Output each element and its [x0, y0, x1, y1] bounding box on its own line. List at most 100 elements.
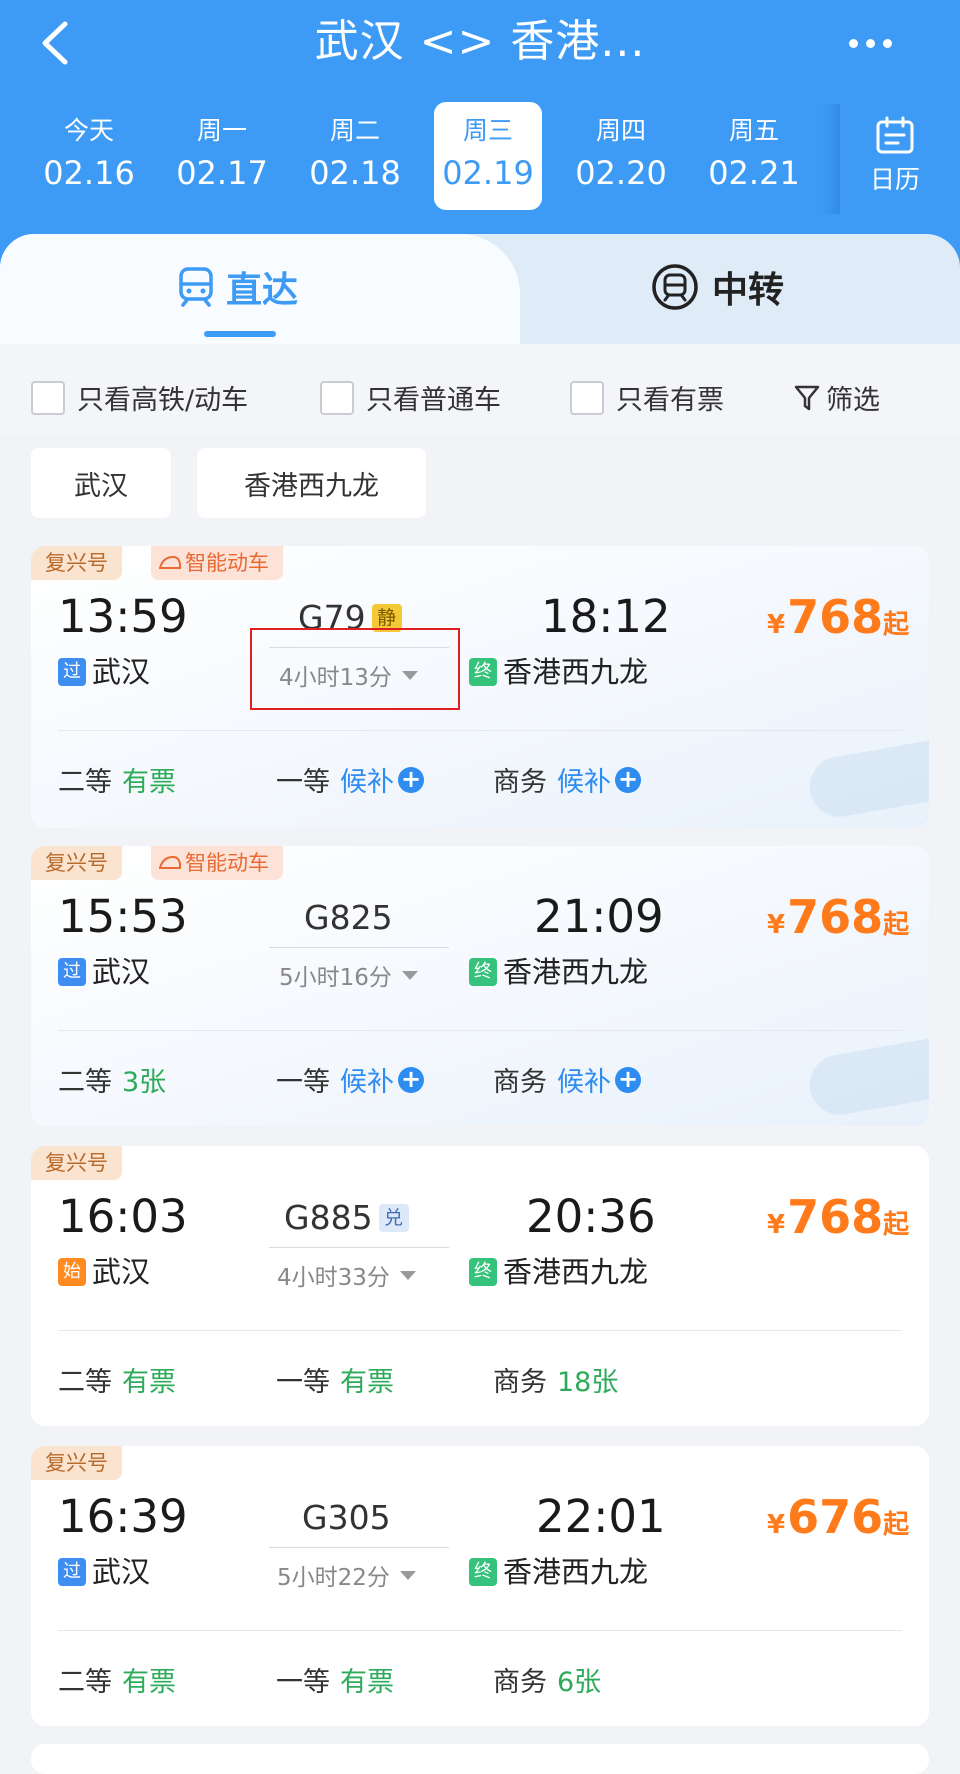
route-line [269, 947, 449, 948]
filter-high-speed[interactable]: 只看高铁/动车 [31, 378, 248, 417]
bullet-train-icon [159, 855, 181, 869]
depart-station-name: 武汉 [92, 955, 151, 989]
duration-toggle[interactable]: 4小时33分 [277, 1258, 416, 1292]
calendar-button[interactable]: 日历 [840, 110, 950, 210]
card-divider [58, 730, 902, 731]
tab-underline [204, 331, 276, 337]
filter-button-label: 筛选 [826, 385, 880, 416]
plus-circle-icon[interactable]: + [615, 766, 641, 793]
train-card-g305[interactable]: 复兴号 16:39 过 武汉 G305 5小时22分 22:01 终 香港西九龙… [31, 1446, 929, 1726]
filter-normal-train[interactable]: 只看普通车 [320, 378, 501, 417]
filter-label: 只看普通车 [366, 385, 501, 416]
date-tab-0216[interactable]: 今天 02.16 [35, 102, 143, 210]
date-weekday: 周二 [329, 116, 380, 145]
date-value: 02.17 [176, 154, 268, 192]
checkbox[interactable] [31, 380, 65, 415]
seat-class-label: 二等 [58, 1367, 112, 1398]
train-number: G885 兑 [284, 1196, 409, 1240]
train-card-next[interactable] [31, 1744, 929, 1774]
page-title: 武汉 <> 香港... [314, 16, 646, 67]
seat-business-class[interactable]: 商务 候补 + [493, 1060, 641, 1099]
badge-fuxing: 复兴号 [31, 546, 122, 580]
caret-down-icon [399, 1270, 416, 1280]
filter-available[interactable]: 只看有票 [570, 378, 724, 417]
price-suffix: 起 [883, 910, 910, 940]
more-button[interactable] [840, 18, 900, 68]
date-value: 02.18 [309, 154, 401, 192]
tab-direct-label: 直达 [226, 270, 299, 311]
seat-second-class: 二等 有票 [58, 1360, 176, 1399]
date-value: 02.20 [575, 154, 667, 192]
filter-button[interactable]: 筛选 [794, 378, 880, 417]
exchange-tag: 兑 [378, 1204, 409, 1232]
card-divider [58, 1030, 902, 1031]
terminal-tag: 终 [469, 1258, 497, 1286]
date-weekday: 周四 [595, 116, 646, 145]
calendar-label: 日历 [869, 165, 920, 194]
plus-circle-icon[interactable]: + [398, 766, 424, 793]
train-icon [179, 267, 213, 307]
arrive-time: 22:01 [536, 1490, 666, 1543]
seat-first-class[interactable]: 一等 候补 + [276, 1060, 424, 1099]
date-value: 02.19 [442, 154, 534, 192]
price: ¥ 768 起 [767, 1190, 909, 1252]
bullet-train-icon [159, 555, 181, 569]
date-tab-0217[interactable]: 周一 02.17 [168, 102, 276, 210]
date-tab-0219[interactable]: 周三 02.19 [434, 102, 542, 210]
seat-business-class: 商务 18张 [493, 1360, 618, 1399]
seat-first-class: 一等 有票 [276, 1360, 394, 1399]
depart-time: 16:03 [58, 1190, 188, 1243]
checkbox[interactable] [570, 380, 604, 415]
seat-class-label: 二等 [58, 1067, 112, 1098]
date-tab-0218[interactable]: 周二 02.18 [301, 102, 409, 210]
tab-direct[interactable]: 直达 [178, 262, 298, 312]
seat-business-class[interactable]: 商务 候补 + [493, 760, 641, 799]
more-dots-icon [848, 38, 858, 48]
duration-toggle[interactable]: 5小时16分 [279, 958, 418, 992]
date-weekday: 周一 [196, 116, 247, 145]
duration-highlight-box [250, 628, 460, 710]
seat-class-label: 一等 [276, 1367, 330, 1398]
terminal-tag: 终 [469, 1558, 497, 1586]
price-value: 768 [787, 1190, 884, 1244]
chip-to-station[interactable]: 香港西九龙 [197, 448, 426, 518]
plus-circle-icon[interactable]: + [615, 1066, 641, 1093]
plus-circle-icon[interactable]: + [398, 1066, 424, 1093]
chip-from-station[interactable]: 武汉 [31, 448, 171, 518]
terminal-tag: 终 [469, 658, 497, 686]
seat-status: 有票 [340, 1367, 394, 1398]
transfer-train-icon [652, 264, 698, 310]
date-value: 02.16 [43, 154, 135, 192]
train-card-g79[interactable]: 复兴号 智能动车 13:59 过 武汉 G79 静 4小时13分 18:12 终… [31, 546, 929, 828]
duration-toggle[interactable]: 5小时22分 [277, 1558, 416, 1592]
badge-fuxing: 复兴号 [31, 846, 122, 880]
funnel-icon [794, 385, 820, 410]
price-value: 768 [787, 890, 884, 944]
pass-tag: 过 [58, 958, 86, 986]
seat-class-label: 一等 [276, 1067, 330, 1098]
seat-status: 有票 [122, 1367, 176, 1398]
arrive-station: 终 香港西九龙 [469, 954, 648, 990]
date-tab-0220[interactable]: 周四 02.20 [567, 102, 675, 210]
checkbox[interactable] [320, 380, 354, 415]
arrive-time: 18:12 [541, 590, 671, 643]
seat-class-label: 商务 [493, 1667, 547, 1698]
seat-status: 候补 [557, 1067, 611, 1098]
train-card-g825[interactable]: 复兴号 智能动车 15:53 过 武汉 G825 5小时16分 21:09 终 … [31, 846, 929, 1126]
seat-status: 候补 [340, 1067, 394, 1098]
depart-station: 过 武汉 [58, 1554, 150, 1590]
depart-time: 16:39 [58, 1490, 188, 1543]
seat-first-class[interactable]: 一等 候补 + [276, 760, 424, 799]
tab-transfer[interactable]: 中转 [650, 262, 784, 312]
date-tab-0221[interactable]: 周五 02.21 [700, 102, 808, 210]
price: ¥ 676 起 [767, 1490, 909, 1552]
depart-station-name: 武汉 [92, 1255, 151, 1289]
train-card-g885[interactable]: 复兴号 16:03 始 武汉 G885 兑 4小时33分 20:36 终 香港西… [31, 1146, 929, 1426]
card-divider [58, 1330, 902, 1331]
badge-fuxing: 复兴号 [31, 1446, 122, 1480]
arrive-station-name: 香港西九龙 [503, 1255, 649, 1289]
terminal-tag: 终 [469, 958, 497, 986]
duration-label: 5小时16分 [279, 965, 392, 991]
price-value: 768 [787, 590, 884, 644]
seat-class-label: 一等 [276, 1667, 330, 1698]
